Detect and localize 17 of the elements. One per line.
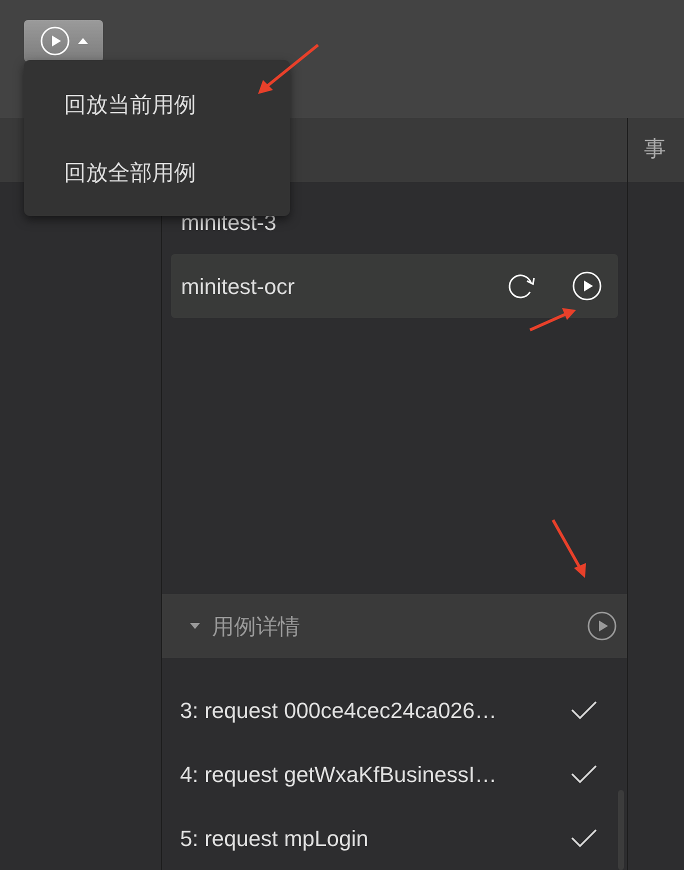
menu-item[interactable]: 回放当前用例 [24,70,290,138]
step-label: 3: request 000ce4cec24ca026… [180,696,498,725]
annotation-arrow [552,519,586,578]
case-item[interactable]: minitest-ocr [171,254,618,318]
step-label: 5: request mpLogin [180,824,370,853]
play-icon [40,26,70,56]
annotation-arrow [258,44,319,94]
column-header: 事 [643,135,666,163]
section-title: 用例详情 [212,612,301,640]
play-menu-button[interactable] [24,20,103,62]
caret-icon [190,623,200,629]
step-label: 4: request getWxaKfBusinessI… [180,760,498,789]
case-name: minitest-ocr [181,272,296,300]
caret-icon [78,38,88,44]
case-name: minitest-3 [181,208,278,236]
annotation-arrow [529,308,576,332]
section-header[interactable]: 用例详情 [162,594,627,658]
